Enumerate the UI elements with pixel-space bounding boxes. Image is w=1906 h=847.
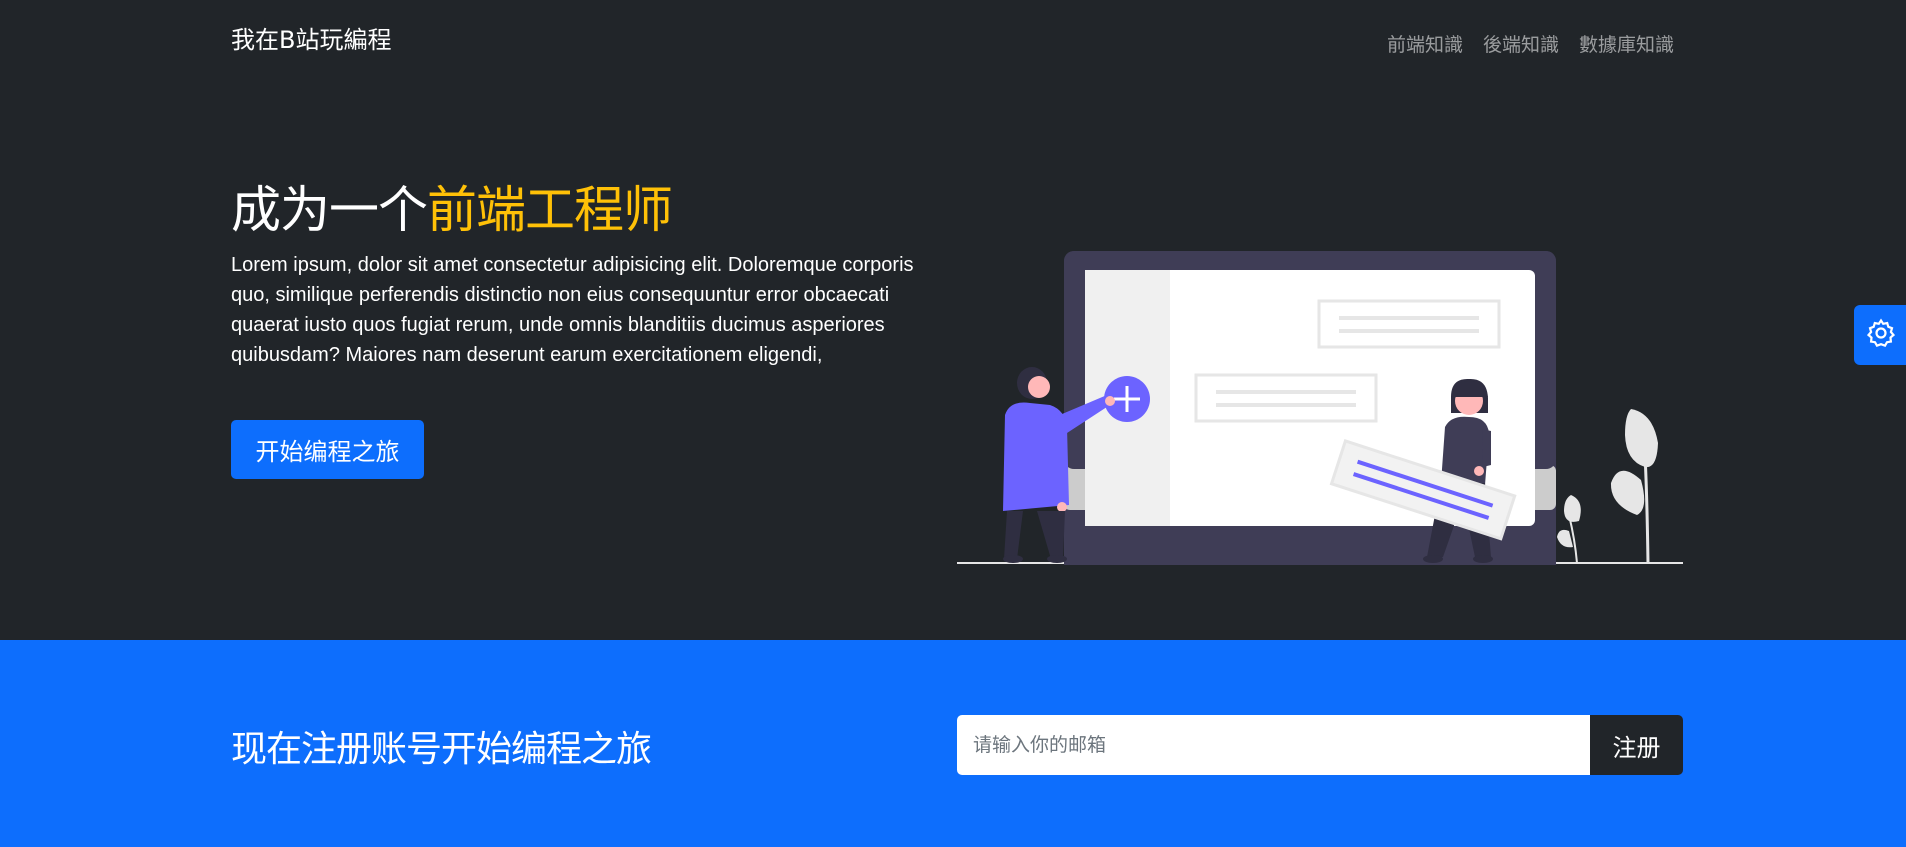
hero-title-prefix: 成为一个 [231, 181, 428, 239]
gear-icon [1866, 318, 1896, 352]
brand-logo[interactable]: 我在B站玩編程 [231, 20, 391, 55]
nav-link-database[interactable]: 數據庫知識 [1579, 30, 1674, 57]
signup-section: 现在注册账号开始编程之旅 注册 [0, 640, 1906, 847]
register-button[interactable]: 注册 [1590, 715, 1683, 775]
hero-section: 成为一个前端工程师 Lorem ipsum, dolor sit amet co… [0, 80, 1906, 640]
nav-link-backend[interactable]: 後端知識 [1483, 30, 1559, 57]
signup-form: 注册 [957, 715, 1683, 775]
hero-description: Lorem ipsum, dolor sit amet consectetur … [231, 254, 914, 366]
hero-title-accent: 前端工程师 [427, 181, 673, 239]
hero-illustration [957, 251, 1683, 565]
signup-title: 现在注册账号开始编程之旅 [231, 729, 652, 770]
email-input[interactable] [957, 715, 1590, 775]
nav-link-frontend[interactable]: 前端知識 [1387, 30, 1463, 57]
start-coding-button[interactable]: 开始编程之旅 [231, 420, 424, 479]
hero-title: 成为一个前端工程师 [231, 170, 673, 242]
navbar: 我在B站玩編程 前端知識 後端知識 數據庫知識 [0, 0, 1906, 80]
settings-toggle-button[interactable] [1854, 305, 1906, 365]
nav-links: 前端知識 後端知識 數據庫知識 [1387, 30, 1674, 57]
